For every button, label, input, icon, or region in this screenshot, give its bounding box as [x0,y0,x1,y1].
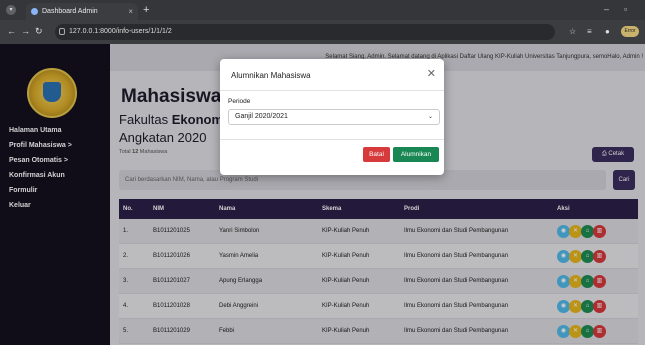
url-text: 127.0.0.1:8000/info-users/1/1/1/2 [69,28,172,35]
site-favicon-icon [31,8,38,15]
chevron-down-icon: ⌄ [427,114,433,120]
graduate-button[interactable]: Alumnikan [393,147,439,162]
minimize-icon[interactable]: – [604,4,609,14]
browser-tab-bar: ▾ Dashboard Admin × + – ▫ [0,0,645,20]
cancel-button[interactable]: Batal [363,147,390,162]
bookmark-star-icon[interactable]: ☆ [569,27,576,36]
modal-title: Alumnikan Mahasiswa [231,71,311,80]
profile-button[interactable]: Error [621,26,639,37]
maximize-icon[interactable]: ▫ [624,4,627,14]
tab-close-icon[interactable]: × [128,3,133,20]
site-info-icon[interactable] [59,28,65,35]
tab-search-icon[interactable]: ▾ [6,5,16,15]
modal-close-icon[interactable]: ✕ [427,67,436,80]
period-selected-value: Ganjil 2020/2021 [235,113,288,120]
url-field[interactable]: 127.0.0.1:8000/info-users/1/1/1/2 [55,24,555,40]
download-icon[interactable]: ● [605,27,610,36]
browser-tab[interactable]: Dashboard Admin × [26,3,138,20]
modal-divider [220,139,444,140]
extensions-icon[interactable]: ≡ [587,27,592,36]
new-tab-icon[interactable]: + [143,4,149,16]
tab-title: Dashboard Admin [42,8,98,15]
back-icon[interactable]: ← [7,26,16,36]
period-select[interactable]: Ganjil 2020/2021 ⌄ [228,109,440,125]
period-label: Periode [228,98,251,105]
address-bar: ← → ↻ 127.0.0.1:8000/info-users/1/1/1/2 … [0,20,645,44]
forward-icon[interactable]: → [21,26,30,36]
reload-icon[interactable]: ↻ [35,26,43,37]
graduate-student-modal: Alumnikan Mahasiswa ✕ Periode Ganjil 202… [220,59,444,175]
modal-divider [220,90,444,91]
